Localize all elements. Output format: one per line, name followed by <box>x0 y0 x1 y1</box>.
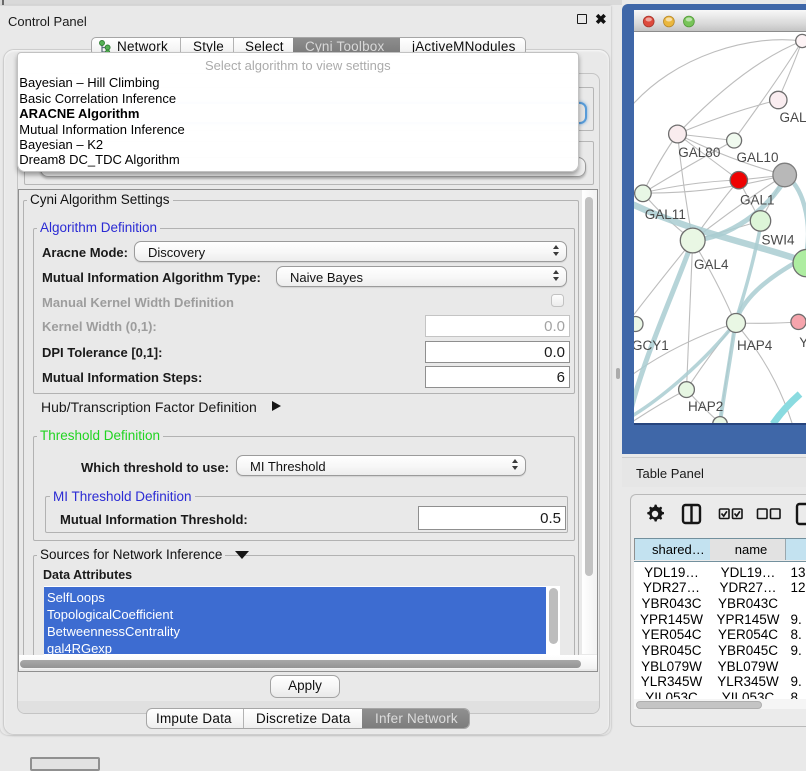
svg-text:GCY1: GCY1 <box>634 338 669 353</box>
svg-text:GAL7: GAL7 <box>780 110 806 125</box>
svg-text:GAL4: GAL4 <box>694 257 729 272</box>
svg-text:HAP2: HAP2 <box>688 399 723 414</box>
svg-text:GAL10: GAL10 <box>737 150 779 165</box>
svg-text:GAL11: GAL11 <box>645 207 686 222</box>
svg-text:HAP4: HAP4 <box>737 338 773 353</box>
svg-text:GAL80: GAL80 <box>678 145 720 160</box>
svg-text:SWI4: SWI4 <box>762 232 795 247</box>
svg-text:GAL1: GAL1 <box>740 192 775 207</box>
svg-text:Y: Y <box>799 335 806 350</box>
